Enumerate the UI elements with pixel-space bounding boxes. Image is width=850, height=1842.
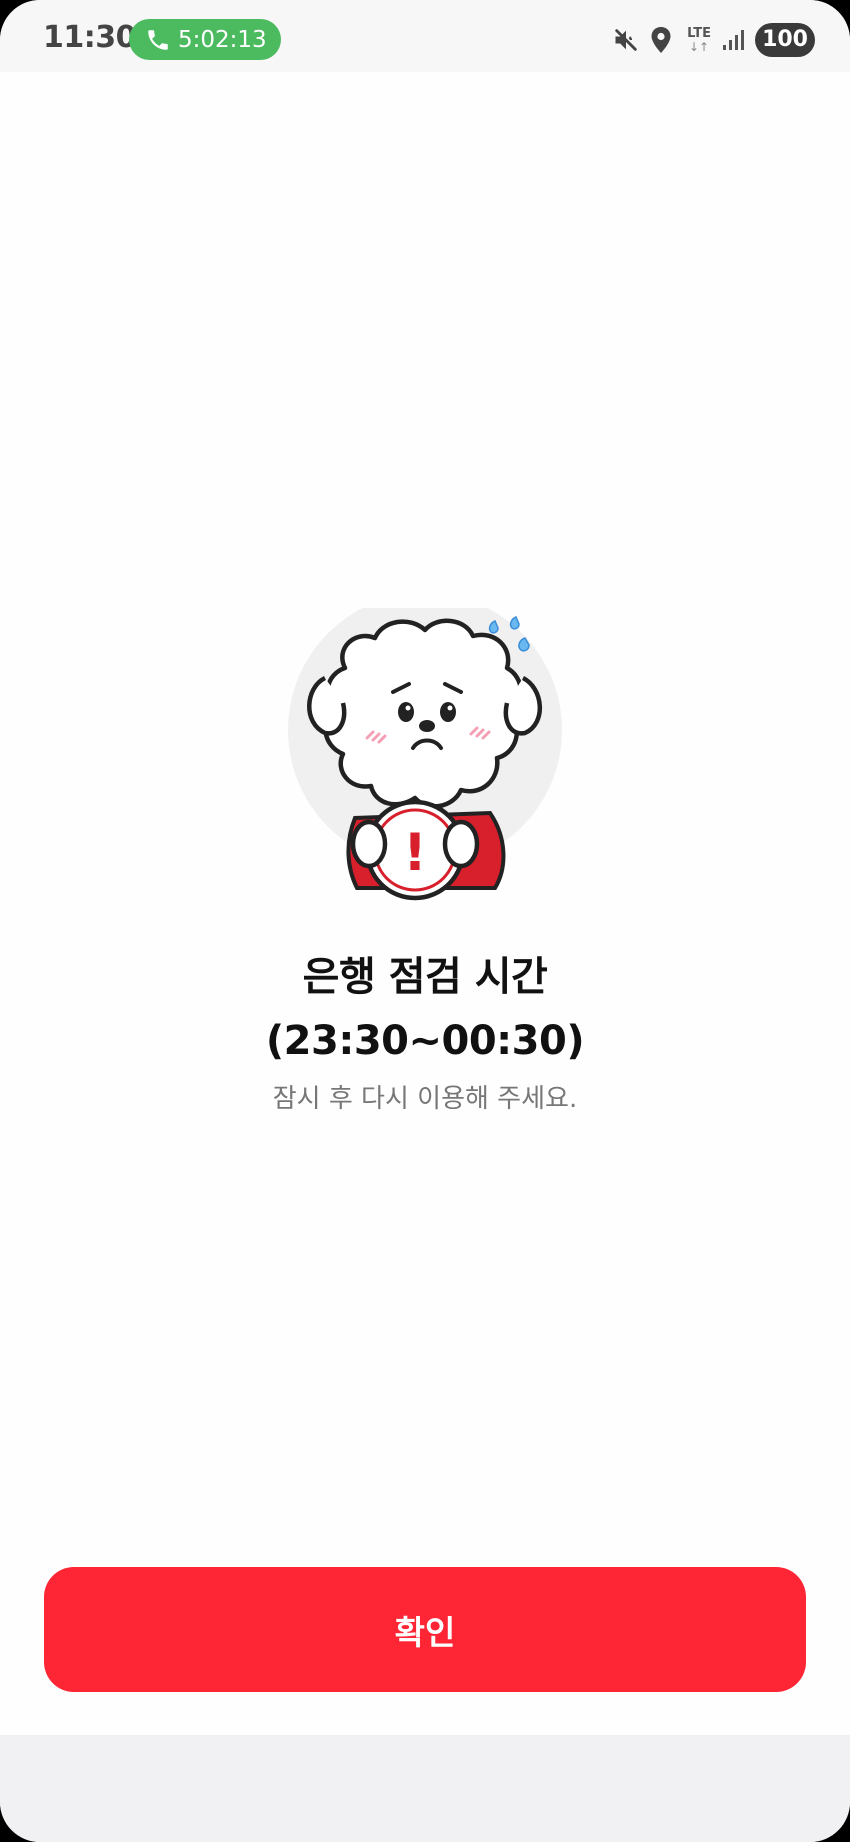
lte-label: LTE (687, 26, 711, 41)
maintenance-hours: (23:30~00:30) (265, 1018, 585, 1064)
lte-icon: LTE ↓↑ (685, 26, 713, 54)
dog-head (323, 618, 524, 809)
location-icon (650, 26, 672, 54)
status-time: 11:30 (43, 20, 137, 55)
battery-icon: 100 (755, 23, 815, 57)
call-timer: 5:02:13 (178, 26, 267, 53)
mute-icon (612, 26, 640, 54)
app-screen: 11:30 5:02:13 LTE ↓↑ 100 ! 은행 점검 시간 (23:… (0, 0, 850, 1842)
worried-dog-illustration: ! (285, 593, 577, 908)
notice-content: 은행 점검 시간 (23:30~00:30) 잠시 후 다시 이용해 주세요. (0, 945, 850, 1117)
status-bar: 11:30 5:02:13 LTE ↓↑ 100 (0, 0, 850, 72)
navigation-bar-area (0, 1735, 850, 1842)
confirm-button[interactable]: 확인 (44, 1567, 806, 1692)
ongoing-call-chip[interactable]: 5:02:13 (129, 19, 281, 60)
data-arrows-icon: ↓↑ (689, 40, 710, 54)
phone-icon (145, 27, 171, 53)
status-icons: LTE ↓↑ 100 (612, 20, 815, 60)
signal-icon (721, 28, 745, 52)
page-title: 은행 점검 시간 (302, 954, 548, 1000)
notice-subtitle: 잠시 후 다시 이용해 주세요. (272, 1084, 578, 1114)
warning-mark: ! (403, 823, 427, 883)
